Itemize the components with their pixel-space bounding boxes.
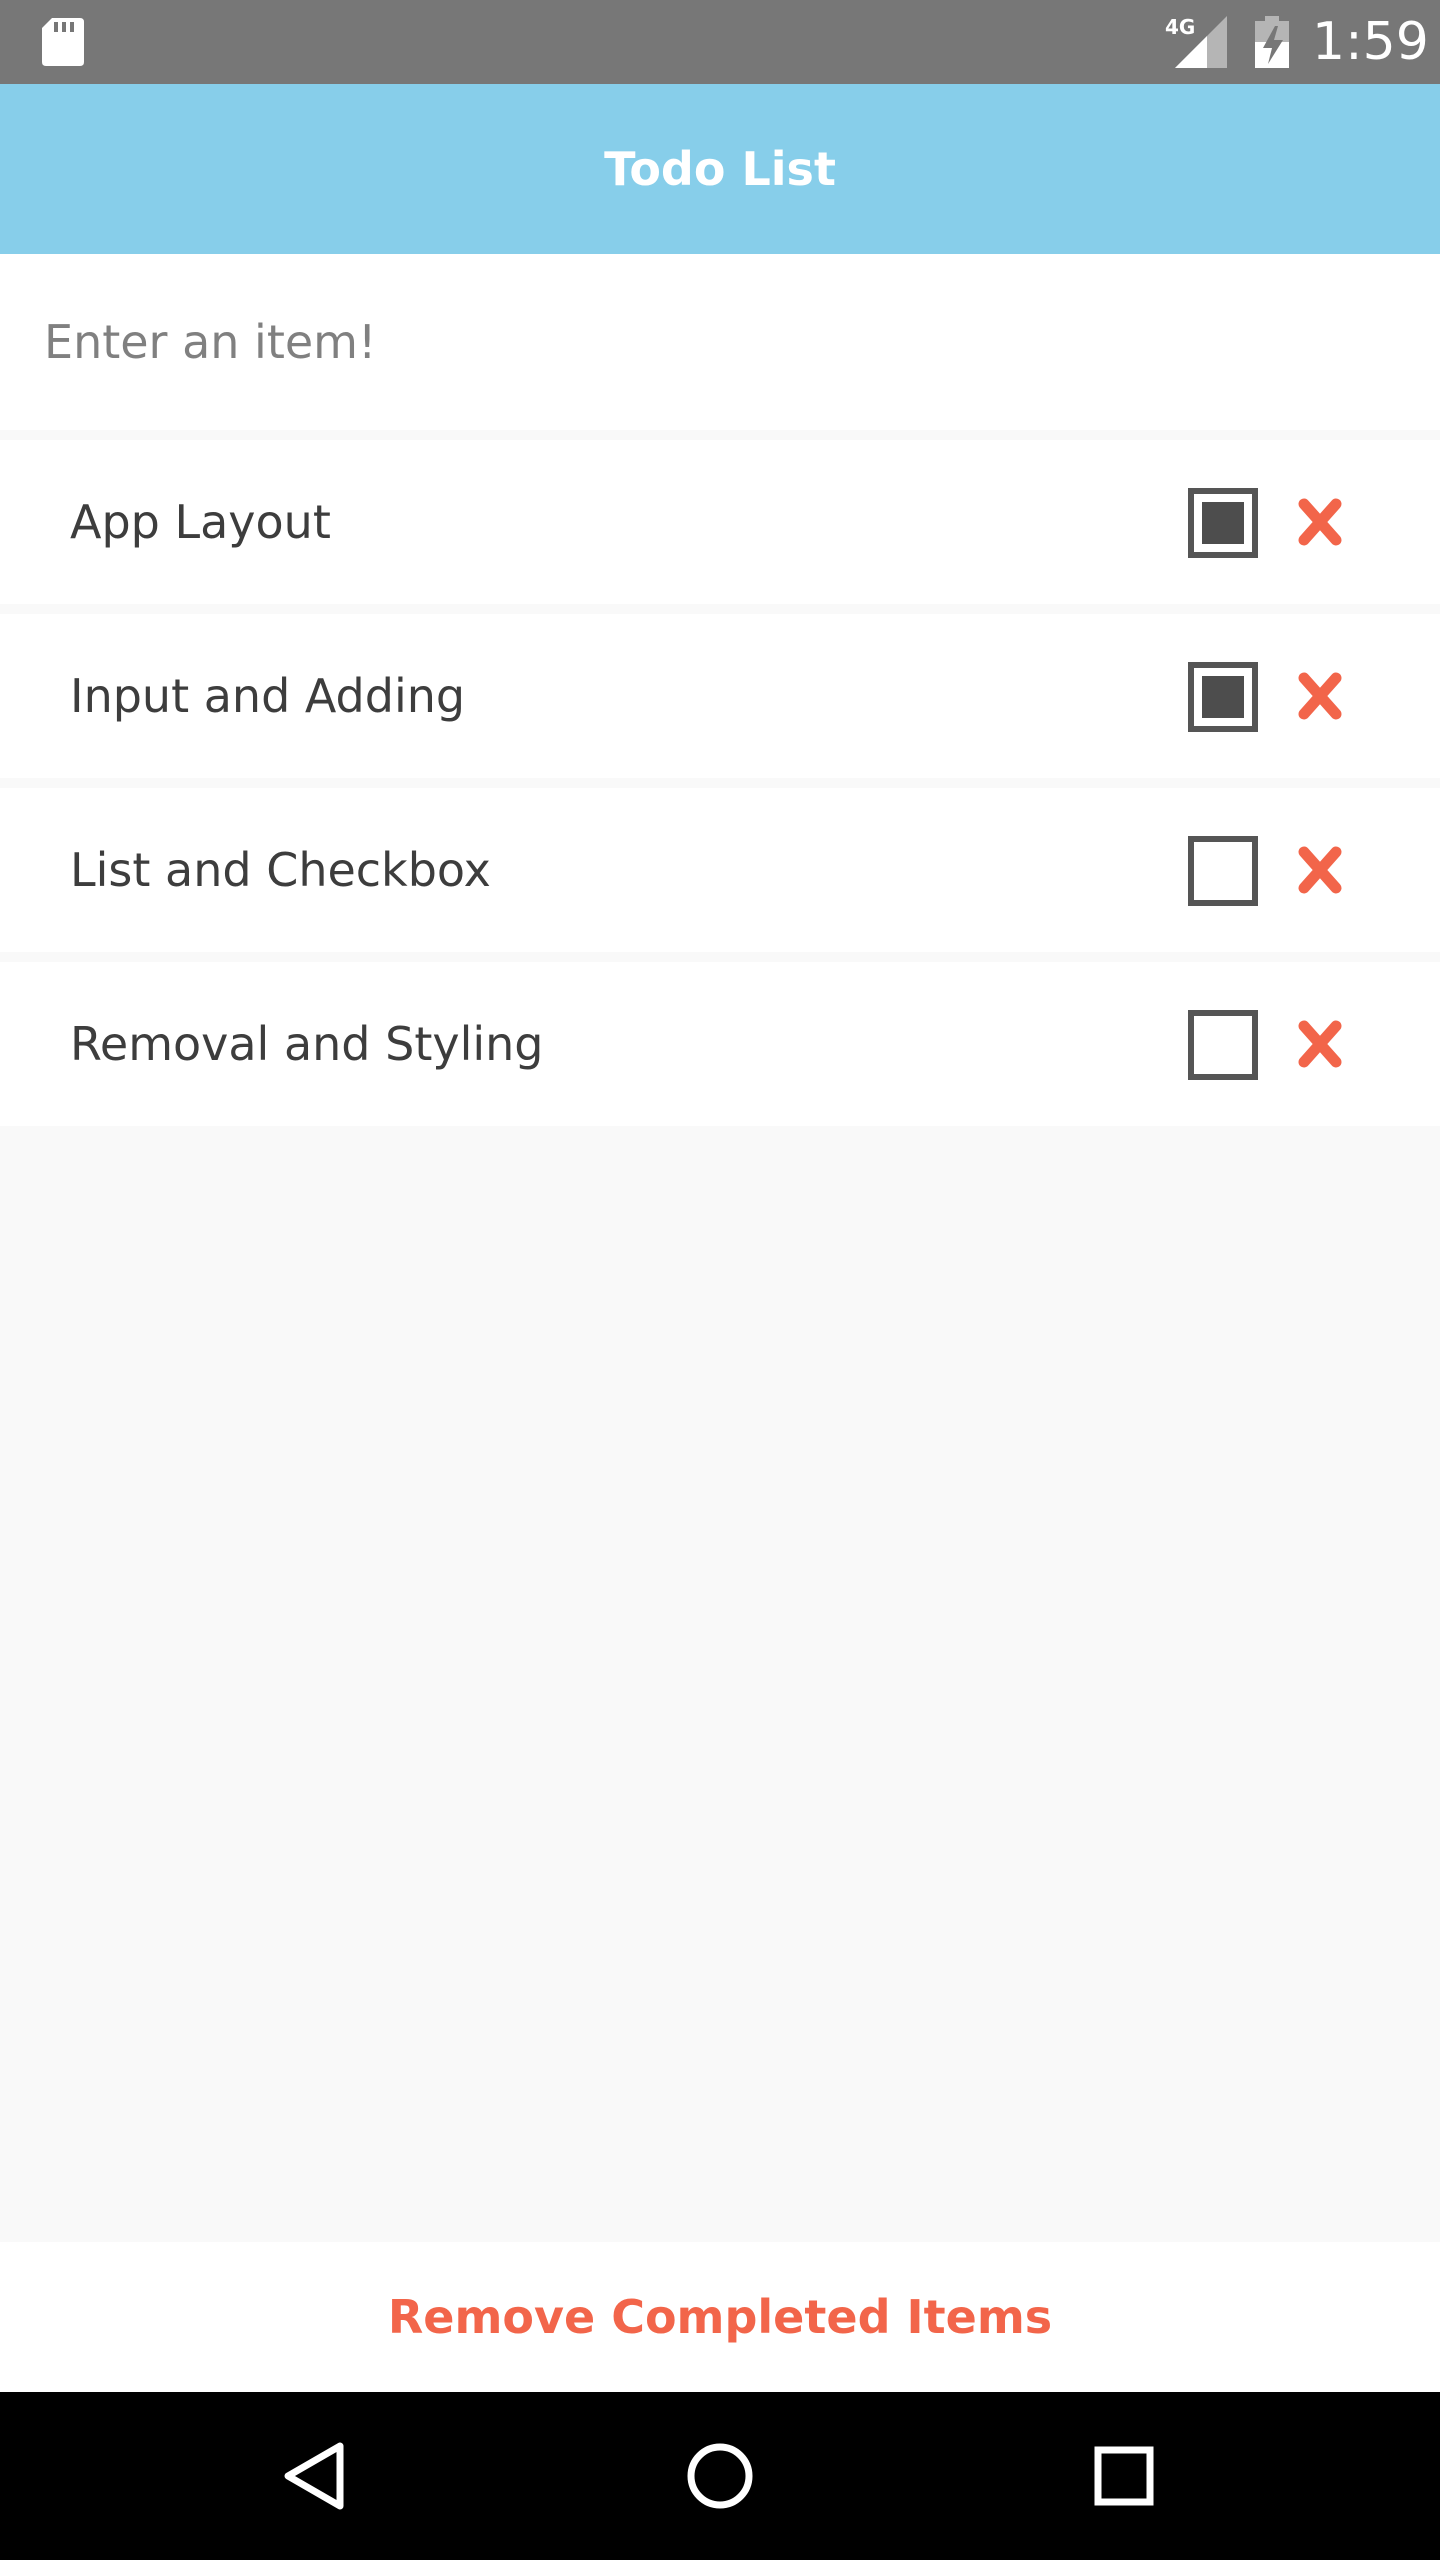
delete-icon[interactable] [1296,670,1344,722]
back-icon[interactable] [274,2434,358,2518]
todo-item-label: App Layout [70,495,331,549]
delete-icon[interactable] [1296,844,1344,896]
checkbox-checked-fill [1202,676,1244,718]
todo-item-label: List and Checkbox [70,843,491,897]
footer-bar: Remove Completed Items [0,2242,1440,2392]
remove-completed-button[interactable]: Remove Completed Items [0,2242,1440,2392]
todo-item-label: Input and Adding [70,669,466,723]
signal-icon: 4G [1165,16,1227,68]
todo-app-screen: 4G 1:59 Todo List App Layout [0,0,1440,2560]
recents-icon[interactable] [1082,2434,1166,2518]
todo-item: List and Checkbox [0,788,1440,952]
todo-checkbox[interactable] [1188,836,1258,906]
app-bar: Todo List [0,84,1440,254]
system-nav-bar [0,2392,1440,2560]
todo-item: Input and Adding [0,614,1440,778]
todo-checkbox[interactable] [1188,662,1258,732]
battery-charging-icon [1255,16,1289,68]
todo-checkbox[interactable] [1188,488,1258,558]
sd-card-icon [42,18,84,66]
app-title: Todo List [604,142,836,196]
todo-item-label: Removal and Styling [70,1017,544,1071]
todo-item: Removal and Styling [0,962,1440,1126]
home-icon[interactable] [678,2434,762,2518]
new-item-row [0,254,1440,430]
network-type-label: 4G [1165,16,1195,39]
todo-item: App Layout [0,440,1440,604]
status-bar: 4G 1:59 [0,0,1440,84]
checkbox-checked-fill [1202,502,1244,544]
delete-icon[interactable] [1296,1018,1344,1070]
status-time: 1:59 [1312,12,1429,72]
todo-checkbox[interactable] [1188,1010,1258,1080]
new-item-input[interactable] [42,254,1398,430]
delete-icon[interactable] [1296,496,1344,548]
